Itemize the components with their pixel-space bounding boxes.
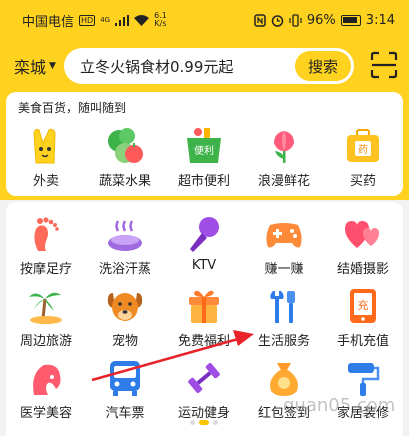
annotation-arrow bbox=[91, 330, 254, 382]
watermark: quan05.com bbox=[283, 395, 396, 416]
